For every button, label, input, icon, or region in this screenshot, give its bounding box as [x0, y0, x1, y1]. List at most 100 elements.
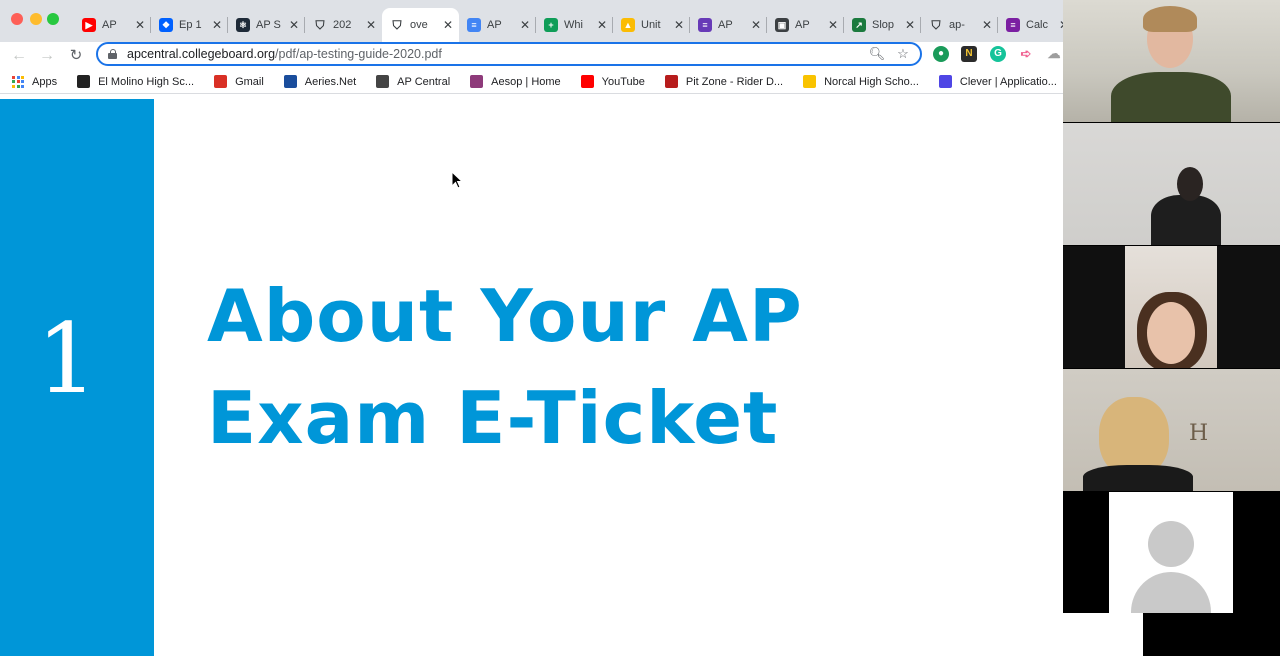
extension-chat-icon[interactable]: ●	[933, 46, 949, 62]
browser-tab[interactable]: ▶ AP ✕	[74, 8, 151, 42]
browser-window: ▶ AP ✕ ❖ Ep 1 ✕ ⚛ AP S ✕ ⛉ 202 ✕ ⛉ ove ✕ ≡ AP ✕ + Whi ✕ ▲ Unit…	[0, 0, 1075, 656]
minimize-window-button[interactable]	[30, 13, 42, 25]
tab-title: AP	[718, 19, 733, 31]
browser-tab[interactable]: ▣ AP ✕	[767, 8, 844, 42]
tab-favicon-icon: ⛉	[931, 17, 941, 32]
bookmark-label: AP Central	[397, 75, 451, 88]
tab-close-icon[interactable]: ✕	[212, 18, 222, 32]
browser-tab[interactable]: ≡ AP ✕	[690, 8, 767, 42]
tab-favicon-icon: +	[544, 18, 558, 32]
bookmark-label: Gmail	[235, 75, 264, 88]
panel-gap	[1063, 613, 1143, 656]
tab-close-icon[interactable]: ✕	[905, 18, 915, 32]
bookmark-item[interactable]: Gmail	[214, 75, 264, 88]
extension-record-icon[interactable]: ➪	[1018, 46, 1034, 62]
tab-close-icon[interactable]: ✕	[982, 18, 992, 32]
tab-close-icon[interactable]: ✕	[828, 18, 838, 32]
video-call-panel: H	[1063, 0, 1280, 656]
browser-tab[interactable]: + Whi ✕	[536, 8, 613, 42]
shield-icon	[77, 75, 91, 88]
address-bar[interactable]: apcentral.collegeboard.org/pdf/ap-testin…	[96, 42, 922, 66]
bookmark-item[interactable]: Pit Zone - Rider D...	[664, 75, 784, 88]
bookmark-item[interactable]: Apps	[12, 75, 58, 88]
browser-tab[interactable]: ❖ Ep 1 ✕	[151, 8, 228, 42]
bookmark-label: Aeries.Net	[304, 75, 357, 88]
tab-title: ap-	[949, 19, 965, 31]
youtube-icon	[580, 75, 594, 88]
tab-title: AP S	[256, 19, 281, 31]
aesop-icon	[470, 75, 484, 88]
tab-favicon-icon: ▲	[621, 18, 635, 32]
url-host: apcentral.collegeboard.org	[127, 47, 276, 61]
browser-toolbar: ← → ↻ apcentral.collegeboard.org/pdf/ap-…	[0, 42, 1063, 70]
tab-close-icon[interactable]: ✕	[443, 18, 453, 32]
bookmark-label: El Molino High Sc...	[98, 75, 195, 88]
tab-close-icon[interactable]: ✕	[597, 18, 607, 32]
bookmark-item[interactable]: Clever | Applicatio...	[938, 75, 1057, 88]
url-text: apcentral.collegeboard.org/pdf/ap-testin…	[127, 47, 442, 61]
ap-icon	[376, 75, 390, 88]
tab-favicon-icon: ▶	[82, 18, 96, 32]
participant-video-3[interactable]	[1063, 246, 1280, 368]
tab-title: AP	[487, 19, 502, 31]
lock-icon[interactable]	[108, 49, 117, 59]
tab-favicon-icon: ⚛	[236, 18, 250, 32]
bookmark-label: YouTube	[601, 75, 645, 88]
tab-title: Whi	[564, 19, 583, 31]
back-button[interactable]: ←	[8, 45, 30, 67]
tab-close-icon[interactable]: ✕	[135, 18, 145, 32]
avatar-head-icon	[1148, 521, 1194, 567]
participant-video-5[interactable]	[1063, 492, 1280, 613]
bookmark-star-icon[interactable]: ☆	[894, 45, 912, 63]
bookmark-item[interactable]: Aesop | Home	[470, 75, 561, 88]
chapter-number: 1	[36, 303, 98, 415]
tab-favicon-icon: ▣	[775, 18, 789, 32]
bookmark-label: Norcal High Scho...	[824, 75, 919, 88]
reload-button[interactable]: ↻	[65, 45, 87, 67]
extension-notes-icon[interactable]: N	[961, 46, 977, 62]
forward-button[interactable]: →	[36, 45, 58, 67]
close-window-button[interactable]	[11, 13, 23, 25]
tab-close-icon[interactable]: ✕	[289, 18, 299, 32]
maximize-window-button[interactable]	[47, 13, 59, 25]
chapter-sidebar: 1	[0, 99, 154, 656]
bookmark-label: Apps	[32, 75, 58, 88]
extension-grammarly-icon[interactable]: G	[990, 46, 1006, 62]
avatar-body-icon	[1131, 572, 1211, 613]
bookmark-item[interactable]: Norcal High Scho...	[803, 75, 919, 88]
screen: ▶ AP ✕ ❖ Ep 1 ✕ ⚛ AP S ✕ ⛉ 202 ✕ ⛉ ove ✕ ≡ AP ✕ + Whi ✕ ▲ Unit…	[0, 0, 1280, 656]
browser-tab[interactable]: ⛉ ove ✕	[382, 8, 459, 42]
tab-title: AP	[795, 19, 810, 31]
bookmark-item[interactable]: AP Central	[376, 75, 450, 88]
participant-video-4[interactable]: H	[1063, 369, 1280, 491]
browser-tab[interactable]: ≡ AP ✕	[459, 8, 536, 42]
bookmark-item[interactable]: El Molino High Sc...	[77, 75, 194, 88]
extension-cloud-icon[interactable]: ☁	[1046, 46, 1062, 62]
bookmark-item[interactable]: Aeries.Net	[283, 75, 357, 88]
zoom-icon[interactable]: 🔍︎	[868, 45, 886, 63]
participant-video-2[interactable]	[1063, 123, 1280, 245]
participant-video-1[interactable]	[1063, 0, 1280, 122]
apps-grid-icon	[12, 75, 24, 88]
browser-tab[interactable]: ↗ Slop ✕	[844, 8, 921, 42]
tab-title: Calc	[1026, 19, 1049, 31]
tab-close-icon[interactable]: ✕	[674, 18, 684, 32]
pdf-page: 1 About Your AP Exam E-Ticket	[0, 99, 1063, 656]
aeries-icon	[283, 75, 297, 88]
tab-close-icon[interactable]: ✕	[751, 18, 761, 32]
browser-tab[interactable]: ⛉ ap- ✕	[921, 8, 998, 42]
tab-title: ove	[410, 19, 428, 31]
tab-favicon-icon: ⛉	[392, 17, 402, 32]
bookmark-item[interactable]: YouTube	[580, 75, 645, 88]
tab-favicon-icon: ≡	[1006, 18, 1020, 32]
tab-close-icon[interactable]: ✕	[520, 18, 530, 32]
browser-tab[interactable]: ⚛ AP S ✕	[228, 8, 305, 42]
url-path: /pdf/ap-testing-guide-2020.pdf	[275, 47, 442, 61]
bookmark-label: Aesop | Home	[491, 75, 561, 88]
browser-tab[interactable]: ▲ Unit ✕	[613, 8, 690, 42]
panel-footer	[1143, 613, 1280, 656]
browser-tab[interactable]: ⛉ 202 ✕	[305, 8, 382, 42]
bookmark-label: Pit Zone - Rider D...	[685, 75, 784, 88]
slide-title-line-2: Exam E-Ticket	[207, 376, 779, 460]
tab-close-icon[interactable]: ✕	[366, 18, 376, 32]
